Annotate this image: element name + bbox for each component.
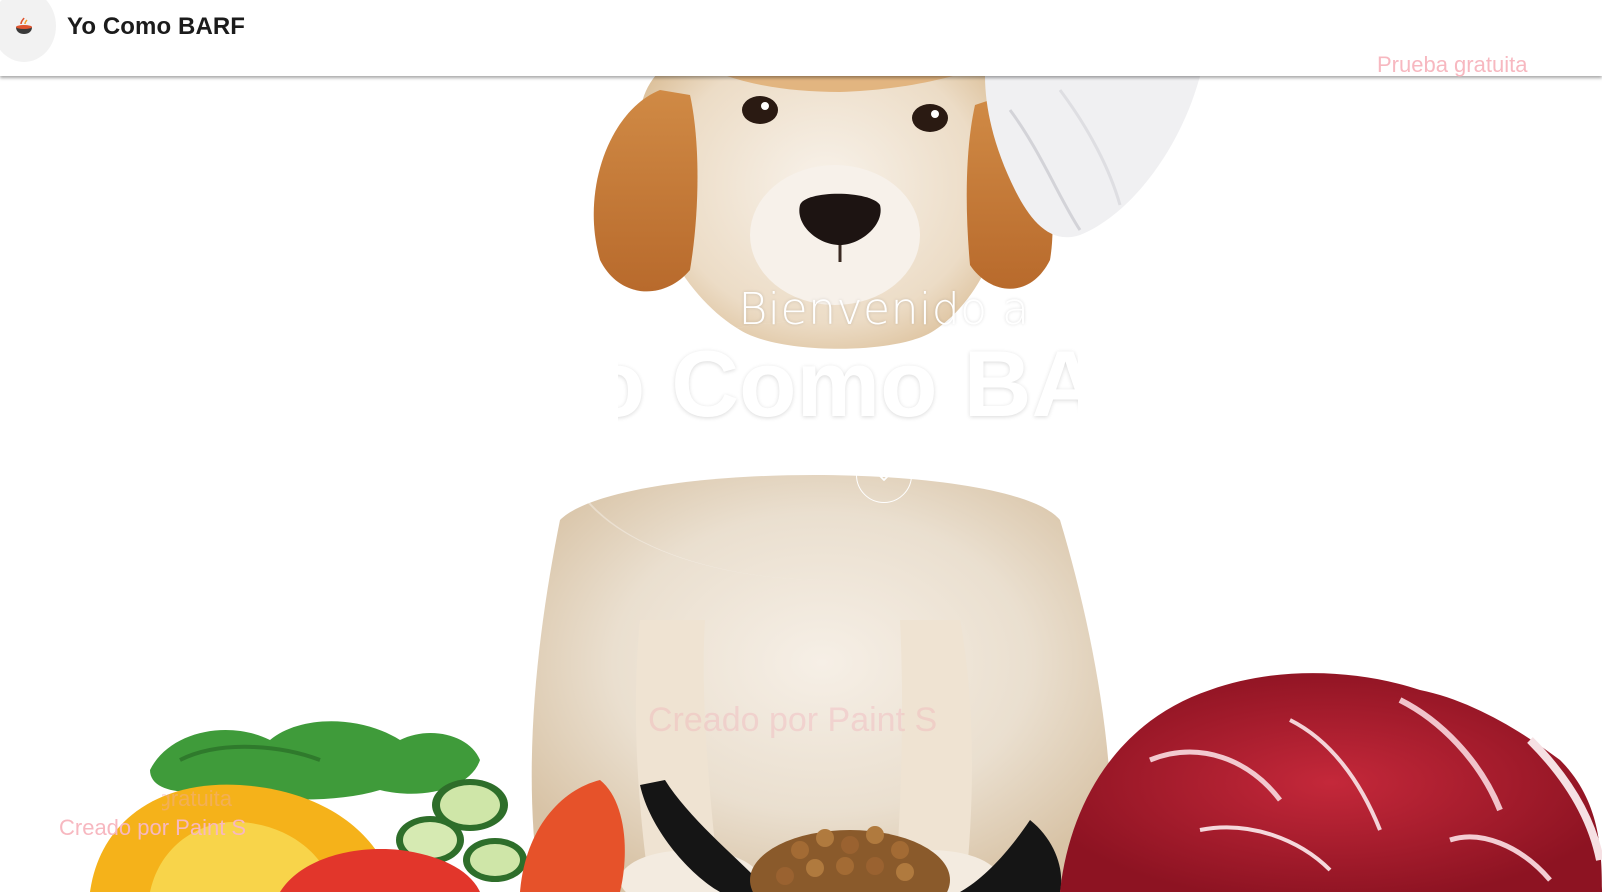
bowl-of-food-icon [16,17,32,34]
watermark-text: Creado por Paint S [648,701,938,739]
scroll-down-button[interactable] [856,447,912,503]
hero-title: Yo Como BARF [618,331,1078,436]
faded-trial-text: gratuita [162,786,232,811]
free-trial-link[interactable]: Prueba gratuita [1377,52,1527,78]
raw-meat [1060,673,1602,892]
credit-link[interactable]: Creado por Paint S [59,815,246,841]
logo-button[interactable] [0,0,56,62]
brand-name[interactable]: Yo Como BARF [67,13,245,41]
hero-welcome-text: Bienvenido a [738,284,1030,335]
double-chevron-down-icon [878,469,890,481]
top-navbar: Yo Como BARF [0,0,1602,76]
hero-title-container: Yo Como BARF [618,330,1078,438]
landing-page: Yo Como BARF Prueba gratuita Bienvenido … [0,0,1602,892]
